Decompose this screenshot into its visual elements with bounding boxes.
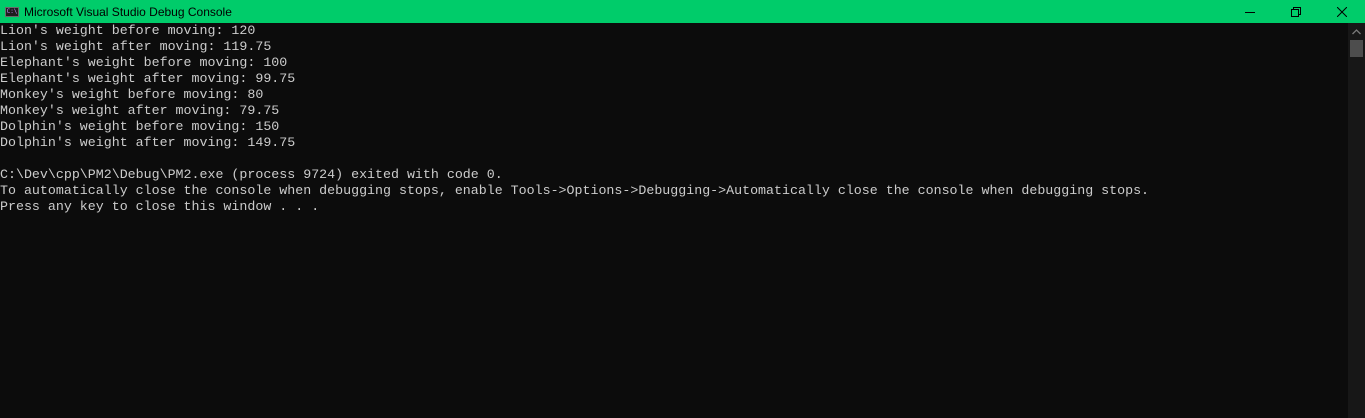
- console-app-icon-text: C:\: [6, 7, 18, 15]
- restore-icon: [1291, 6, 1301, 17]
- console-line: Elephant's weight before moving: 100: [0, 55, 288, 70]
- window-controls: [1227, 0, 1365, 23]
- console-line: Dolphin's weight before moving: 150: [0, 119, 280, 134]
- console-line: Lion's weight after moving: 119.75: [0, 39, 272, 54]
- title-bar[interactable]: C:\ Microsoft Visual Studio Debug Consol…: [0, 0, 1365, 23]
- console-line: Dolphin's weight after moving: 149.75: [0, 135, 296, 150]
- debug-console-window: C:\ Microsoft Visual Studio Debug Consol…: [0, 0, 1365, 418]
- console-line: Press any key to close this window . . .: [0, 199, 320, 214]
- console-line: Elephant's weight after moving: 99.75: [0, 71, 296, 86]
- restore-button[interactable]: [1273, 0, 1319, 23]
- close-icon: [1337, 6, 1347, 17]
- minimize-icon: [1245, 11, 1255, 13]
- console-line: Monkey's weight before moving: 80: [0, 87, 264, 102]
- console-output[interactable]: Lion's weight before moving: 120 Lion's …: [0, 23, 1348, 418]
- scrollbar-thumb[interactable]: [1350, 40, 1363, 57]
- window-title: Microsoft Visual Studio Debug Console: [24, 4, 232, 19]
- console-line: Lion's weight before moving: 120: [0, 23, 256, 38]
- console-line: To automatically close the console when …: [0, 183, 1150, 198]
- console-line: Monkey's weight after moving: 79.75: [0, 103, 280, 118]
- console-line: C:\Dev\cpp\PM2\Debug\PM2.exe (process 97…: [0, 167, 503, 182]
- scroll-up-button[interactable]: [1348, 23, 1365, 40]
- console-app-icon: C:\: [5, 6, 19, 17]
- minimize-button[interactable]: [1227, 0, 1273, 23]
- close-button[interactable]: [1319, 0, 1365, 23]
- vertical-scrollbar[interactable]: [1348, 23, 1365, 418]
- chevron-up-icon: [1352, 28, 1361, 34]
